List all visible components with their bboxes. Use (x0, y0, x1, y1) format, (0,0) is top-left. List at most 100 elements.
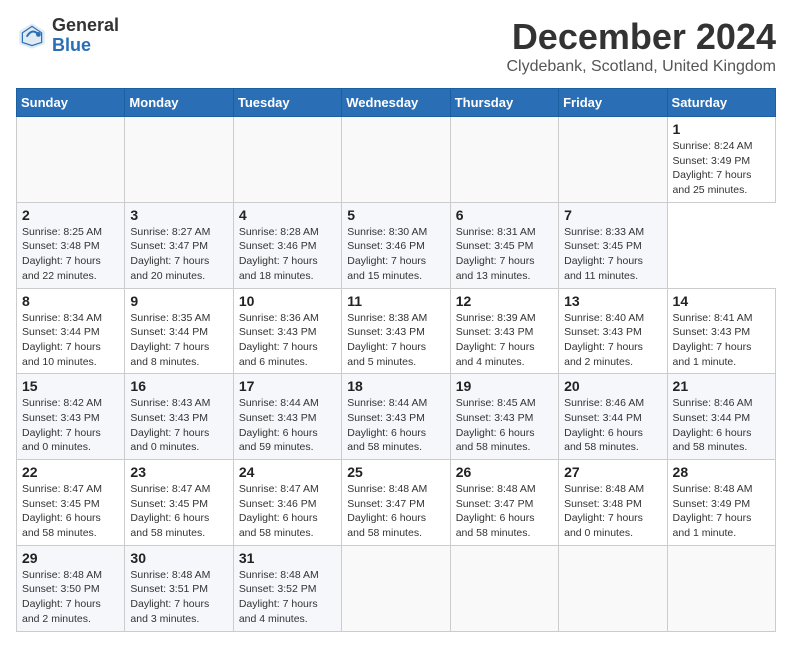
daylight-text: Daylight: 7 hours and 2 minutes. (564, 341, 643, 368)
day-info: Sunrise: 8:28 AM Sunset: 3:46 PM Dayligh… (239, 225, 336, 284)
sunrise-text: Sunrise: 8:28 AM (239, 226, 319, 238)
calendar-cell (342, 117, 450, 203)
day-info: Sunrise: 8:40 AM Sunset: 3:43 PM Dayligh… (564, 311, 661, 370)
sunset-text: Sunset: 3:47 PM (347, 498, 425, 510)
day-number: 18 (347, 378, 444, 394)
calendar-cell: 12 Sunrise: 8:39 AM Sunset: 3:43 PM Dayl… (450, 288, 558, 374)
sunrise-text: Sunrise: 8:30 AM (347, 226, 427, 238)
day-info: Sunrise: 8:47 AM Sunset: 3:45 PM Dayligh… (130, 482, 227, 541)
sunrise-text: Sunrise: 8:48 AM (130, 569, 210, 581)
sunset-text: Sunset: 3:43 PM (22, 412, 100, 424)
sunrise-text: Sunrise: 8:27 AM (130, 226, 210, 238)
sunrise-text: Sunrise: 8:33 AM (564, 226, 644, 238)
day-number: 13 (564, 293, 661, 309)
daylight-text: Daylight: 7 hours and 2 minutes. (22, 598, 101, 625)
calendar-cell: 6 Sunrise: 8:31 AM Sunset: 3:45 PM Dayli… (450, 202, 558, 288)
sunrise-text: Sunrise: 8:44 AM (239, 397, 319, 409)
daylight-text: Daylight: 6 hours and 58 minutes. (673, 427, 752, 454)
calendar-week-5: 22 Sunrise: 8:47 AM Sunset: 3:45 PM Dayl… (17, 460, 776, 546)
day-info: Sunrise: 8:31 AM Sunset: 3:45 PM Dayligh… (456, 225, 553, 284)
calendar-cell (667, 545, 775, 631)
sunrise-text: Sunrise: 8:39 AM (456, 312, 536, 324)
sunset-text: Sunset: 3:45 PM (22, 498, 100, 510)
daylight-text: Daylight: 7 hours and 0 minutes. (22, 427, 101, 454)
day-number: 30 (130, 550, 227, 566)
calendar-cell (450, 117, 558, 203)
sunset-text: Sunset: 3:43 PM (239, 326, 317, 338)
daylight-text: Daylight: 7 hours and 13 minutes. (456, 255, 535, 282)
sunrise-text: Sunrise: 8:34 AM (22, 312, 102, 324)
day-number: 2 (22, 207, 119, 223)
calendar-cell (559, 545, 667, 631)
calendar-cell: 8 Sunrise: 8:34 AM Sunset: 3:44 PM Dayli… (17, 288, 125, 374)
calendar-cell: 2 Sunrise: 8:25 AM Sunset: 3:48 PM Dayli… (17, 202, 125, 288)
sunrise-text: Sunrise: 8:46 AM (564, 397, 644, 409)
daylight-text: Daylight: 7 hours and 6 minutes. (239, 341, 318, 368)
sunset-text: Sunset: 3:52 PM (239, 583, 317, 595)
day-info: Sunrise: 8:24 AM Sunset: 3:49 PM Dayligh… (673, 139, 770, 198)
day-info: Sunrise: 8:25 AM Sunset: 3:48 PM Dayligh… (22, 225, 119, 284)
calendar-header-row: SundayMondayTuesdayWednesdayThursdayFrid… (17, 89, 776, 117)
calendar-cell: 24 Sunrise: 8:47 AM Sunset: 3:46 PM Dayl… (233, 460, 341, 546)
calendar-week-3: 8 Sunrise: 8:34 AM Sunset: 3:44 PM Dayli… (17, 288, 776, 374)
calendar-week-2: 2 Sunrise: 8:25 AM Sunset: 3:48 PM Dayli… (17, 202, 776, 288)
sunrise-text: Sunrise: 8:43 AM (130, 397, 210, 409)
day-number: 23 (130, 464, 227, 480)
day-number: 9 (130, 293, 227, 309)
sunset-text: Sunset: 3:51 PM (130, 583, 208, 595)
day-number: 15 (22, 378, 119, 394)
column-header-monday: Monday (125, 89, 233, 117)
day-info: Sunrise: 8:46 AM Sunset: 3:44 PM Dayligh… (673, 396, 770, 455)
sunrise-text: Sunrise: 8:48 AM (22, 569, 102, 581)
daylight-text: Daylight: 6 hours and 58 minutes. (239, 512, 318, 539)
calendar-cell (233, 117, 341, 203)
sunset-text: Sunset: 3:45 PM (456, 240, 534, 252)
sunset-text: Sunset: 3:43 PM (456, 326, 534, 338)
column-header-wednesday: Wednesday (342, 89, 450, 117)
sunset-text: Sunset: 3:49 PM (673, 498, 751, 510)
sunset-text: Sunset: 3:48 PM (564, 498, 642, 510)
calendar-cell: 18 Sunrise: 8:44 AM Sunset: 3:43 PM Dayl… (342, 374, 450, 460)
day-number: 8 (22, 293, 119, 309)
calendar-cell: 15 Sunrise: 8:42 AM Sunset: 3:43 PM Dayl… (17, 374, 125, 460)
sunrise-text: Sunrise: 8:47 AM (239, 483, 319, 495)
daylight-text: Daylight: 7 hours and 3 minutes. (130, 598, 209, 625)
calendar-cell: 23 Sunrise: 8:47 AM Sunset: 3:45 PM Dayl… (125, 460, 233, 546)
day-number: 17 (239, 378, 336, 394)
sunrise-text: Sunrise: 8:36 AM (239, 312, 319, 324)
calendar-cell: 1 Sunrise: 8:24 AM Sunset: 3:49 PM Dayli… (667, 117, 775, 203)
title-area: December 2024 Clydebank, Scotland, Unite… (507, 16, 777, 76)
calendar-cell: 10 Sunrise: 8:36 AM Sunset: 3:43 PM Dayl… (233, 288, 341, 374)
day-info: Sunrise: 8:47 AM Sunset: 3:46 PM Dayligh… (239, 482, 336, 541)
day-number: 5 (347, 207, 444, 223)
day-info: Sunrise: 8:43 AM Sunset: 3:43 PM Dayligh… (130, 396, 227, 455)
calendar-cell: 16 Sunrise: 8:43 AM Sunset: 3:43 PM Dayl… (125, 374, 233, 460)
calendar-cell: 11 Sunrise: 8:38 AM Sunset: 3:43 PM Dayl… (342, 288, 450, 374)
day-number: 22 (22, 464, 119, 480)
daylight-text: Daylight: 7 hours and 8 minutes. (130, 341, 209, 368)
day-number: 12 (456, 293, 553, 309)
day-number: 7 (564, 207, 661, 223)
calendar-cell (559, 117, 667, 203)
sunset-text: Sunset: 3:44 PM (22, 326, 100, 338)
daylight-text: Daylight: 7 hours and 1 minute. (673, 341, 752, 368)
daylight-text: Daylight: 7 hours and 20 minutes. (130, 255, 209, 282)
calendar-cell (450, 545, 558, 631)
sunrise-text: Sunrise: 8:41 AM (673, 312, 753, 324)
day-number: 24 (239, 464, 336, 480)
day-info: Sunrise: 8:38 AM Sunset: 3:43 PM Dayligh… (347, 311, 444, 370)
sunset-text: Sunset: 3:43 PM (564, 326, 642, 338)
day-info: Sunrise: 8:48 AM Sunset: 3:47 PM Dayligh… (347, 482, 444, 541)
sunrise-text: Sunrise: 8:45 AM (456, 397, 536, 409)
day-number: 29 (22, 550, 119, 566)
sunset-text: Sunset: 3:44 PM (673, 412, 751, 424)
sunrise-text: Sunrise: 8:47 AM (130, 483, 210, 495)
calendar-cell: 3 Sunrise: 8:27 AM Sunset: 3:47 PM Dayli… (125, 202, 233, 288)
calendar-table: SundayMondayTuesdayWednesdayThursdayFrid… (16, 88, 776, 632)
daylight-text: Daylight: 6 hours and 58 minutes. (564, 427, 643, 454)
day-number: 10 (239, 293, 336, 309)
sunset-text: Sunset: 3:49 PM (673, 155, 751, 167)
calendar-cell (342, 545, 450, 631)
sunset-text: Sunset: 3:44 PM (564, 412, 642, 424)
column-header-thursday: Thursday (450, 89, 558, 117)
